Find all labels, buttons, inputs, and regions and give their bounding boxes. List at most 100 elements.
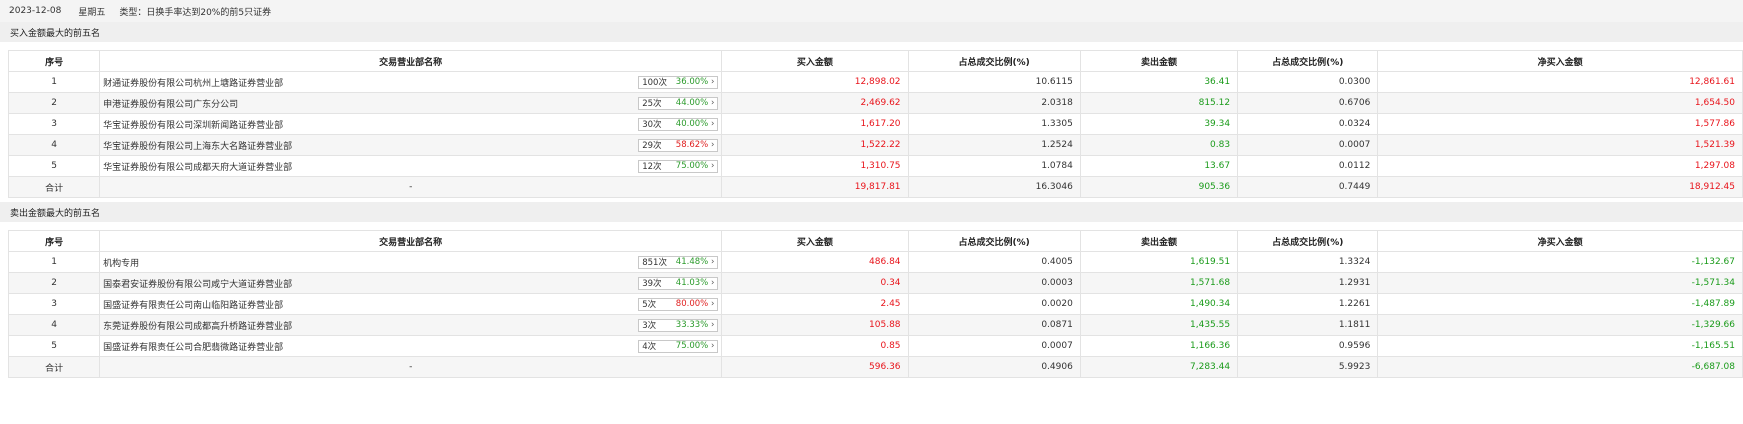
total-sell-amount: 905.36 bbox=[1079, 176, 1239, 198]
buy-amount: 486.84 bbox=[721, 251, 909, 273]
total-row: 合计 - 596.36 0.4906 7,283.44 5.9923 -6,68… bbox=[7, 356, 1743, 378]
branch-name-link[interactable]: 国泰君安证券股份有限公司咸宁大道证券营业部 bbox=[103, 277, 292, 290]
sell-ratio: 1.2931 bbox=[1237, 272, 1379, 294]
chevron-right-icon: › bbox=[711, 161, 715, 171]
sell-amount: 36.41 bbox=[1079, 71, 1239, 93]
header-row: 序号 交易营业部名称 买入金额 占总成交比例(%) 卖出金额 占总成交比例(%) 净买入金额 bbox=[7, 230, 1743, 252]
net-buy-amount: 12,861.61 bbox=[1377, 71, 1743, 93]
branch-cell: 申港证券股份有限公司广东分公司 25次 44.00% › bbox=[99, 92, 723, 114]
sell-ratio: 0.6706 bbox=[1237, 92, 1379, 114]
net-buy-amount: 1,521.39 bbox=[1377, 134, 1743, 156]
column-header: 序号 bbox=[7, 50, 101, 72]
total-branch-placeholder: - bbox=[99, 356, 723, 378]
sell-ratio: 1.1811 bbox=[1237, 314, 1379, 336]
buy-amount: 1,522.22 bbox=[721, 134, 909, 156]
appearance-count: 25次 bbox=[642, 99, 662, 109]
appearance-count: 12次 bbox=[642, 162, 662, 172]
column-header: 买入金额 bbox=[721, 230, 909, 252]
win-rate: 75.00% bbox=[675, 341, 709, 351]
net-buy-amount: -1,165.51 bbox=[1377, 335, 1743, 357]
row-index: 5 bbox=[7, 335, 101, 357]
total-label: 合计 bbox=[7, 356, 101, 378]
branch-name-link[interactable]: 国盛证券有限责任公司合肥翡微路证券营业部 bbox=[103, 340, 283, 353]
buy-amount: 1,617.20 bbox=[721, 113, 909, 135]
appearance-count: 29次 bbox=[642, 141, 662, 151]
win-rate: 33.33% bbox=[675, 320, 709, 330]
column-header: 买入金额 bbox=[721, 50, 909, 72]
row-index: 5 bbox=[7, 155, 101, 177]
chevron-right-icon: › bbox=[711, 119, 715, 129]
appearance-badge[interactable]: 39次 41.03% › bbox=[638, 276, 719, 290]
row-index: 4 bbox=[7, 314, 101, 336]
sell-amount: 1,619.51 bbox=[1079, 251, 1239, 273]
branch-name-link[interactable]: 国盛证券有限责任公司南山临阳路证券营业部 bbox=[103, 298, 283, 311]
branch-cell: 东莞证券股份有限公司成都高升桥路证券营业部 3次 33.33% › bbox=[99, 314, 723, 336]
row-index: 1 bbox=[7, 251, 101, 273]
sell-ratio: 0.0324 bbox=[1237, 113, 1379, 135]
branch-name-link[interactable]: 申港证券股份有限公司广东分公司 bbox=[103, 97, 238, 110]
branch-name-link[interactable]: 财通证券股份有限公司杭州上塘路证券营业部 bbox=[103, 76, 283, 89]
win-rate: 75.00% bbox=[675, 161, 709, 171]
buy-ratio: 0.0020 bbox=[907, 293, 1081, 315]
appearance-badge[interactable]: 25次 44.00% › bbox=[638, 96, 719, 110]
branch-name-link[interactable]: 华宝证券股份有限公司深圳新闻路证券营业部 bbox=[103, 118, 283, 131]
chevron-right-icon: › bbox=[711, 257, 715, 267]
branch-cell: 华宝证券股份有限公司上海东大名路证券营业部 29次 58.62% › bbox=[99, 134, 723, 156]
buy-amount: 0.34 bbox=[721, 272, 909, 294]
row-index: 2 bbox=[7, 272, 101, 294]
net-buy-amount: 1,577.86 bbox=[1377, 113, 1743, 135]
sell-amount: 1,435.55 bbox=[1079, 314, 1239, 336]
appearance-badge[interactable]: 5次 80.00% › bbox=[638, 297, 719, 311]
net-buy-amount: -1,571.34 bbox=[1377, 272, 1743, 294]
total-net-buy-amount: 18,912.45 bbox=[1377, 176, 1743, 198]
net-buy-amount: -1,487.89 bbox=[1377, 293, 1743, 315]
row-index: 3 bbox=[7, 293, 101, 315]
column-header: 卖出金额 bbox=[1079, 230, 1239, 252]
sell-ratio: 1.2261 bbox=[1237, 293, 1379, 315]
net-buy-amount: 1,297.08 bbox=[1377, 155, 1743, 177]
sell-ratio: 0.0112 bbox=[1237, 155, 1379, 177]
branch-name-link[interactable]: 华宝证券股份有限公司上海东大名路证券营业部 bbox=[103, 139, 292, 152]
appearance-badge[interactable]: 30次 40.00% › bbox=[638, 117, 719, 131]
net-buy-amount: -1,329.66 bbox=[1377, 314, 1743, 336]
buy-ratio: 0.4005 bbox=[907, 251, 1081, 273]
sell-amount: 1,490.34 bbox=[1079, 293, 1239, 315]
appearance-badge[interactable]: 12次 75.00% › bbox=[638, 159, 719, 173]
buy-section-title: 买入金额最大的前五名 bbox=[0, 22, 1743, 42]
sell-ratio: 1.3324 bbox=[1237, 251, 1379, 273]
column-header: 占总成交比例(%) bbox=[1237, 50, 1379, 72]
table-row: 3 国盛证券有限责任公司南山临阳路证券营业部 5次 80.00% › 2.45 … bbox=[7, 293, 1743, 315]
branch-cell: 华宝证券股份有限公司深圳新闻路证券营业部 30次 40.00% › bbox=[99, 113, 723, 135]
appearance-badge[interactable]: 29次 58.62% › bbox=[638, 138, 719, 152]
sell-amount: 39.34 bbox=[1079, 113, 1239, 135]
appearance-badge[interactable]: 4次 75.00% › bbox=[638, 339, 719, 353]
buy-ratio: 0.0871 bbox=[907, 314, 1081, 336]
appearance-count: 100次 bbox=[642, 78, 667, 88]
branch-name-link[interactable]: 机构专用 bbox=[103, 256, 139, 269]
appearance-badge[interactable]: 3次 33.33% › bbox=[638, 318, 719, 332]
win-rate: 36.00% bbox=[675, 77, 709, 87]
branch-name-link[interactable]: 东莞证券股份有限公司成都高升桥路证券营业部 bbox=[103, 319, 292, 332]
appearance-badge[interactable]: 851次 41.48% › bbox=[638, 255, 719, 269]
appearance-badge[interactable]: 100次 36.00% › bbox=[638, 75, 719, 89]
branch-name-link[interactable]: 华宝证券股份有限公司成都天府大道证券营业部 bbox=[103, 160, 292, 173]
win-rate: 40.00% bbox=[675, 119, 709, 129]
weekday-text: 星期五 bbox=[78, 7, 106, 18]
buy-amount: 0.85 bbox=[721, 335, 909, 357]
win-rate: 41.03% bbox=[675, 278, 709, 288]
chevron-right-icon: › bbox=[711, 77, 715, 87]
table-row: 5 华宝证券股份有限公司成都天府大道证券营业部 12次 75.00% › 1,3… bbox=[7, 155, 1743, 177]
total-sell-amount: 7,283.44 bbox=[1079, 356, 1239, 378]
table-row: 1 机构专用 851次 41.48% › 486.84 0.4005 1,619… bbox=[7, 251, 1743, 273]
buy-top5-table: 序号 交易营业部名称 买入金额 占总成交比例(%) 卖出金额 占总成交比例(%) 净买入金额… bbox=[7, 50, 1743, 198]
chevron-right-icon: › bbox=[711, 140, 715, 150]
column-header: 序号 bbox=[7, 230, 101, 252]
column-header: 占总成交比例(%) bbox=[907, 230, 1081, 252]
buy-ratio: 1.0784 bbox=[907, 155, 1081, 177]
buy-ratio: 2.0318 bbox=[907, 92, 1081, 114]
total-sell-ratio: 5.9923 bbox=[1237, 356, 1379, 378]
branch-cell: 华宝证券股份有限公司成都天府大道证券营业部 12次 75.00% › bbox=[99, 155, 723, 177]
branch-cell: 国盛证券有限责任公司南山临阳路证券营业部 5次 80.00% › bbox=[99, 293, 723, 315]
appearance-count: 3次 bbox=[642, 321, 657, 331]
table-row: 4 东莞证券股份有限公司成都高升桥路证券营业部 3次 33.33% › 105.… bbox=[7, 314, 1743, 336]
